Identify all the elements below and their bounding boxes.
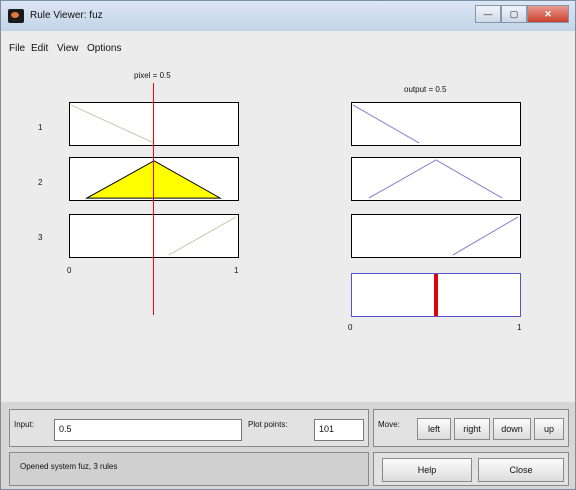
output-axis-max: 1 <box>517 323 522 332</box>
rule2-output-mf <box>368 159 503 199</box>
close-button[interactable]: Close <box>478 458 564 482</box>
menu-bar: File Edit View Options <box>1 37 575 59</box>
move-label: Move: <box>378 420 400 429</box>
input-controls-panel: Input: 0.5 Plot points: 101 <box>9 409 369 447</box>
rule3-output-mf <box>452 216 519 256</box>
status-text: Opened system fuz, 3 rules <box>20 462 118 471</box>
rule1-input-axis[interactable] <box>69 102 239 146</box>
rule1-output-axis[interactable] <box>351 102 521 146</box>
move-up-button[interactable]: up <box>534 418 564 440</box>
title-bar: Rule Viewer: fuz — ▢ ✕ <box>1 1 575 31</box>
move-controls-panel: Move: left right down up <box>373 409 569 447</box>
rule3-input-mf <box>168 216 237 256</box>
matlab-app-icon <box>8 9 24 23</box>
input-index-line[interactable] <box>153 83 154 315</box>
move-down-button[interactable]: down <box>493 418 531 440</box>
input-axis-max: 1 <box>234 266 239 275</box>
output-axis-min: 0 <box>348 323 353 332</box>
menu-file[interactable]: File <box>9 43 25 54</box>
rule3-input-axis[interactable] <box>69 214 239 258</box>
close-window-button[interactable]: ✕ <box>527 5 569 23</box>
rule1-output-mf <box>352 104 420 144</box>
rule2-output-axis[interactable] <box>351 157 521 201</box>
rule-viewer-window: Rule Viewer: fuz — ▢ ✕ File Edit View Op… <box>0 0 576 490</box>
input-label: Input: <box>14 420 35 429</box>
plot-points-field[interactable]: 101 <box>314 419 364 441</box>
aggregate-output-axis[interactable] <box>351 273 521 317</box>
help-button[interactable]: Help <box>382 458 472 482</box>
move-right-button[interactable]: right <box>454 418 490 440</box>
output-header: output = 0.5 <box>404 85 447 94</box>
menu-options[interactable]: Options <box>87 43 121 54</box>
window-title: Rule Viewer: fuz <box>30 10 103 21</box>
input-field[interactable]: 0.5 <box>54 419 242 441</box>
rule-number-3: 3 <box>38 233 43 242</box>
rule-number-2: 2 <box>38 178 43 187</box>
rule3-output-axis[interactable] <box>351 214 521 258</box>
maximize-button[interactable]: ▢ <box>501 5 527 23</box>
rule-number-1: 1 <box>38 123 43 132</box>
status-panel: Opened system fuz, 3 rules <box>9 452 369 486</box>
plot-points-label: Plot points: <box>248 420 288 429</box>
action-buttons-panel: Help Close <box>373 452 569 486</box>
menu-edit[interactable]: Edit <box>31 43 48 54</box>
rule2-input-axis[interactable] <box>69 157 239 201</box>
menu-view[interactable]: View <box>57 43 79 54</box>
input-axis-min: 0 <box>67 266 72 275</box>
move-left-button[interactable]: left <box>417 418 451 440</box>
minimize-button[interactable]: — <box>475 5 501 23</box>
rule1-input-mf <box>70 104 155 144</box>
input-header: pixel = 0.5 <box>134 71 171 80</box>
